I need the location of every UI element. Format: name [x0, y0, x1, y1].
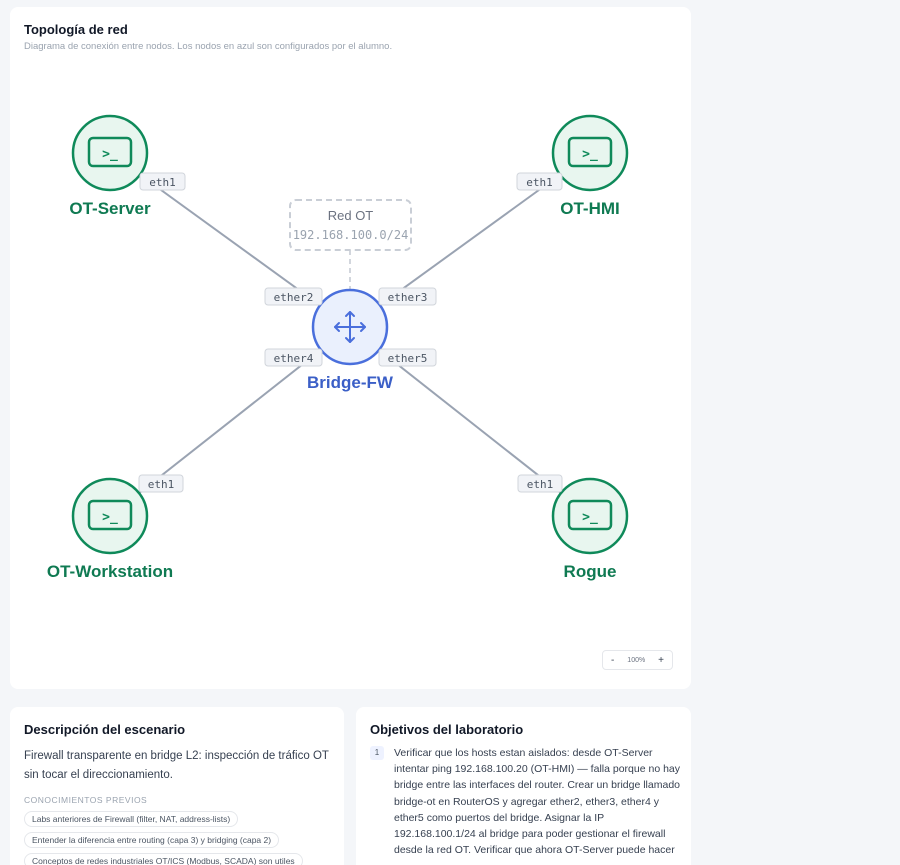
prereq-chip: Conceptos de redes industriales OT/ICS (… — [24, 853, 303, 865]
node-ot-workstation[interactable]: >_ OT-Workstation eth1 — [47, 474, 184, 581]
port-ether3: ether3 — [378, 287, 437, 306]
prereq-heading: CONOCIMIENTOS PREVIOS — [24, 795, 148, 805]
network-cidr: 192.168.100.0/24 — [293, 228, 409, 242]
node-label-ot-server: OT-Server — [69, 199, 151, 218]
zoom-control: - 100% + — [602, 650, 673, 670]
svg-text:ether4: ether4 — [274, 352, 314, 365]
prereq-chip: Labs anteriores de Firewall (filter, NAT… — [24, 811, 239, 827]
node-ot-server[interactable]: >_ OT-Server eth1 — [69, 114, 186, 218]
zoom-in-button[interactable]: + — [658, 655, 664, 666]
port-ether5: ether5 — [378, 348, 437, 367]
objective-text: Verificar que los hosts estan aislados: … — [394, 747, 681, 857]
zoom-out-button[interactable]: - — [611, 655, 614, 666]
svg-text:>_: >_ — [582, 147, 598, 162]
svg-text:ether3: ether3 — [388, 291, 428, 304]
svg-text:>_: >_ — [582, 510, 598, 525]
iface-ot-hmi: eth1 — [526, 176, 553, 189]
node-label-ot-workstation: OT-Workstation — [47, 562, 173, 581]
topology-diagram[interactable]: Red OT 192.168.100.0/24 >_ OT-Server eth… — [10, 7, 691, 689]
description-title: Descripción del escenario — [24, 722, 186, 737]
iface-rogue: eth1 — [527, 478, 554, 491]
node-label-bridge-fw: Bridge-FW — [307, 373, 394, 392]
iface-ot-workstation: eth1 — [148, 478, 175, 491]
objectives-card: Objetivos del laboratorio 1 Verificar qu… — [356, 707, 691, 865]
objective-number: 1 — [370, 746, 384, 760]
node-label-rogue: Rogue — [564, 562, 617, 581]
objectives-title: Objetivos del laboratorio — [370, 722, 524, 737]
description-text: Firewall transparente en bridge L2: insp… — [24, 750, 329, 781]
topology-card: Topología de red Diagrama de conexión en… — [10, 7, 691, 689]
prereq-chip: Entender la diferencia entre routing (ca… — [24, 832, 280, 848]
node-ot-hmi[interactable]: >_ OT-HMI eth1 — [516, 114, 629, 218]
port-ether2: ether2 — [264, 287, 323, 306]
svg-text:>_: >_ — [102, 147, 118, 162]
iface-ot-server: eth1 — [149, 176, 176, 189]
description-card: Descripción del escenario Firewall trans… — [10, 707, 344, 865]
svg-text:ether2: ether2 — [274, 291, 314, 304]
network-name: Red OT — [328, 208, 374, 223]
svg-text:>_: >_ — [102, 510, 118, 525]
node-label-ot-hmi: OT-HMI — [560, 199, 620, 218]
network-box[interactable]: Red OT 192.168.100.0/24 — [289, 199, 412, 251]
node-rogue[interactable]: >_ Rogue eth1 — [517, 474, 629, 581]
port-ether4: ether4 — [264, 348, 323, 367]
zoom-level: 100% — [627, 656, 646, 664]
svg-text:ether5: ether5 — [388, 352, 428, 365]
